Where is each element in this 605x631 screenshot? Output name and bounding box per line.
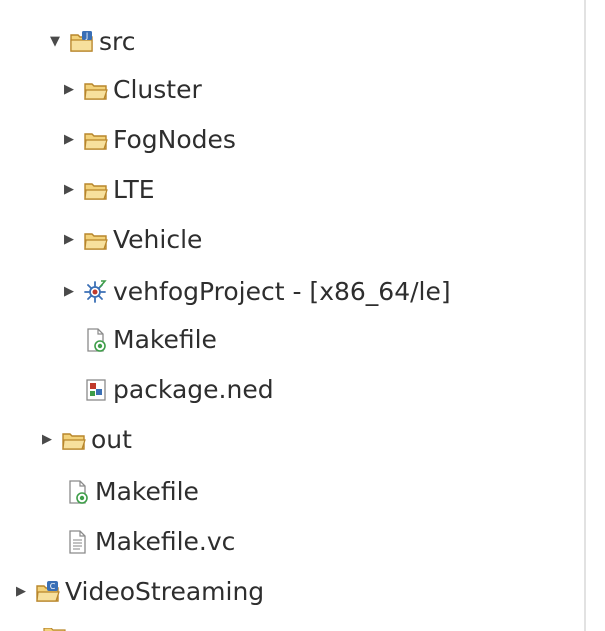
- expand-arrow-icon[interactable]: ▶: [58, 118, 80, 162]
- text-file-icon: [64, 528, 92, 556]
- source-folder-icon: J: [68, 28, 96, 56]
- tree-item-label: Makefile: [113, 325, 217, 354]
- folder-icon: [82, 176, 110, 204]
- ned-file-icon: [82, 376, 110, 404]
- makefile-icon: [64, 478, 92, 506]
- panel-divider[interactable]: [584, 0, 586, 631]
- tree-item-package-ned[interactable]: package.ned: [58, 368, 274, 412]
- expand-arrow-icon[interactable]: ▶: [58, 68, 80, 112]
- tree-item-label: out: [91, 425, 132, 454]
- folder-icon: [60, 426, 88, 454]
- tree-item-out[interactable]: ▶ out: [36, 418, 132, 462]
- tree-item-label: Vehicle: [113, 225, 203, 254]
- tree-item-src[interactable]: ▼ J src: [44, 20, 136, 64]
- tree-item-partial: [38, 622, 158, 631]
- expand-arrow-icon[interactable]: ▶: [58, 168, 80, 212]
- tree-item-vehicle[interactable]: ▶ Vehicle: [58, 218, 202, 262]
- tree-item-label: Cluster: [113, 75, 202, 104]
- tree-item-vehfogproject[interactable]: ▶ vehfogProject - [x86_64/le]: [58, 270, 451, 314]
- tree-item-label: Makefile.vc: [95, 527, 236, 556]
- tree-item-fognodes[interactable]: ▶ FogNodes: [58, 118, 236, 162]
- svg-text:J: J: [85, 32, 88, 41]
- expand-arrow-icon[interactable]: ▶: [10, 570, 32, 614]
- tree-item-label: Makefile: [95, 477, 199, 506]
- tree-item-makefile[interactable]: Makefile: [58, 318, 217, 362]
- tree-item-cluster[interactable]: ▶ Cluster: [58, 68, 202, 112]
- tree-item-makefile-root[interactable]: Makefile: [40, 470, 199, 514]
- project-explorer-tree: ▼ J src ▶ Cluster ▶ FogNodes ▶ LTE ▶ Veh…: [0, 0, 584, 631]
- tree-item-makefile-vc[interactable]: Makefile.vc: [40, 520, 235, 564]
- tree-item-label: LTE: [113, 175, 155, 204]
- expand-arrow-icon[interactable]: ▶: [36, 418, 58, 462]
- tree-item-label: VideoStreaming: [65, 577, 265, 606]
- folder-icon: [82, 226, 110, 254]
- collapse-arrow-icon[interactable]: ▼: [44, 20, 66, 64]
- cpp-project-icon: C: [34, 578, 62, 606]
- expand-arrow-icon[interactable]: ▶: [58, 218, 80, 262]
- makefile-icon: [82, 326, 110, 354]
- folder-icon: [82, 126, 110, 154]
- svg-text:C: C: [50, 582, 56, 591]
- tree-item-label: src: [99, 27, 136, 56]
- tree-item-lte[interactable]: ▶ LTE: [58, 168, 155, 212]
- expand-arrow-icon[interactable]: ▶: [58, 270, 80, 314]
- binary-icon: [82, 278, 110, 306]
- tree-item-label: FogNodes: [113, 125, 236, 154]
- tree-item-label: package.ned: [113, 375, 274, 404]
- tree-item-videostreaming[interactable]: ▶ C VideoStreaming: [10, 570, 264, 614]
- folder-icon: [82, 76, 110, 104]
- tree-item-label: vehfogProject - [x86_64/le]: [113, 277, 451, 306]
